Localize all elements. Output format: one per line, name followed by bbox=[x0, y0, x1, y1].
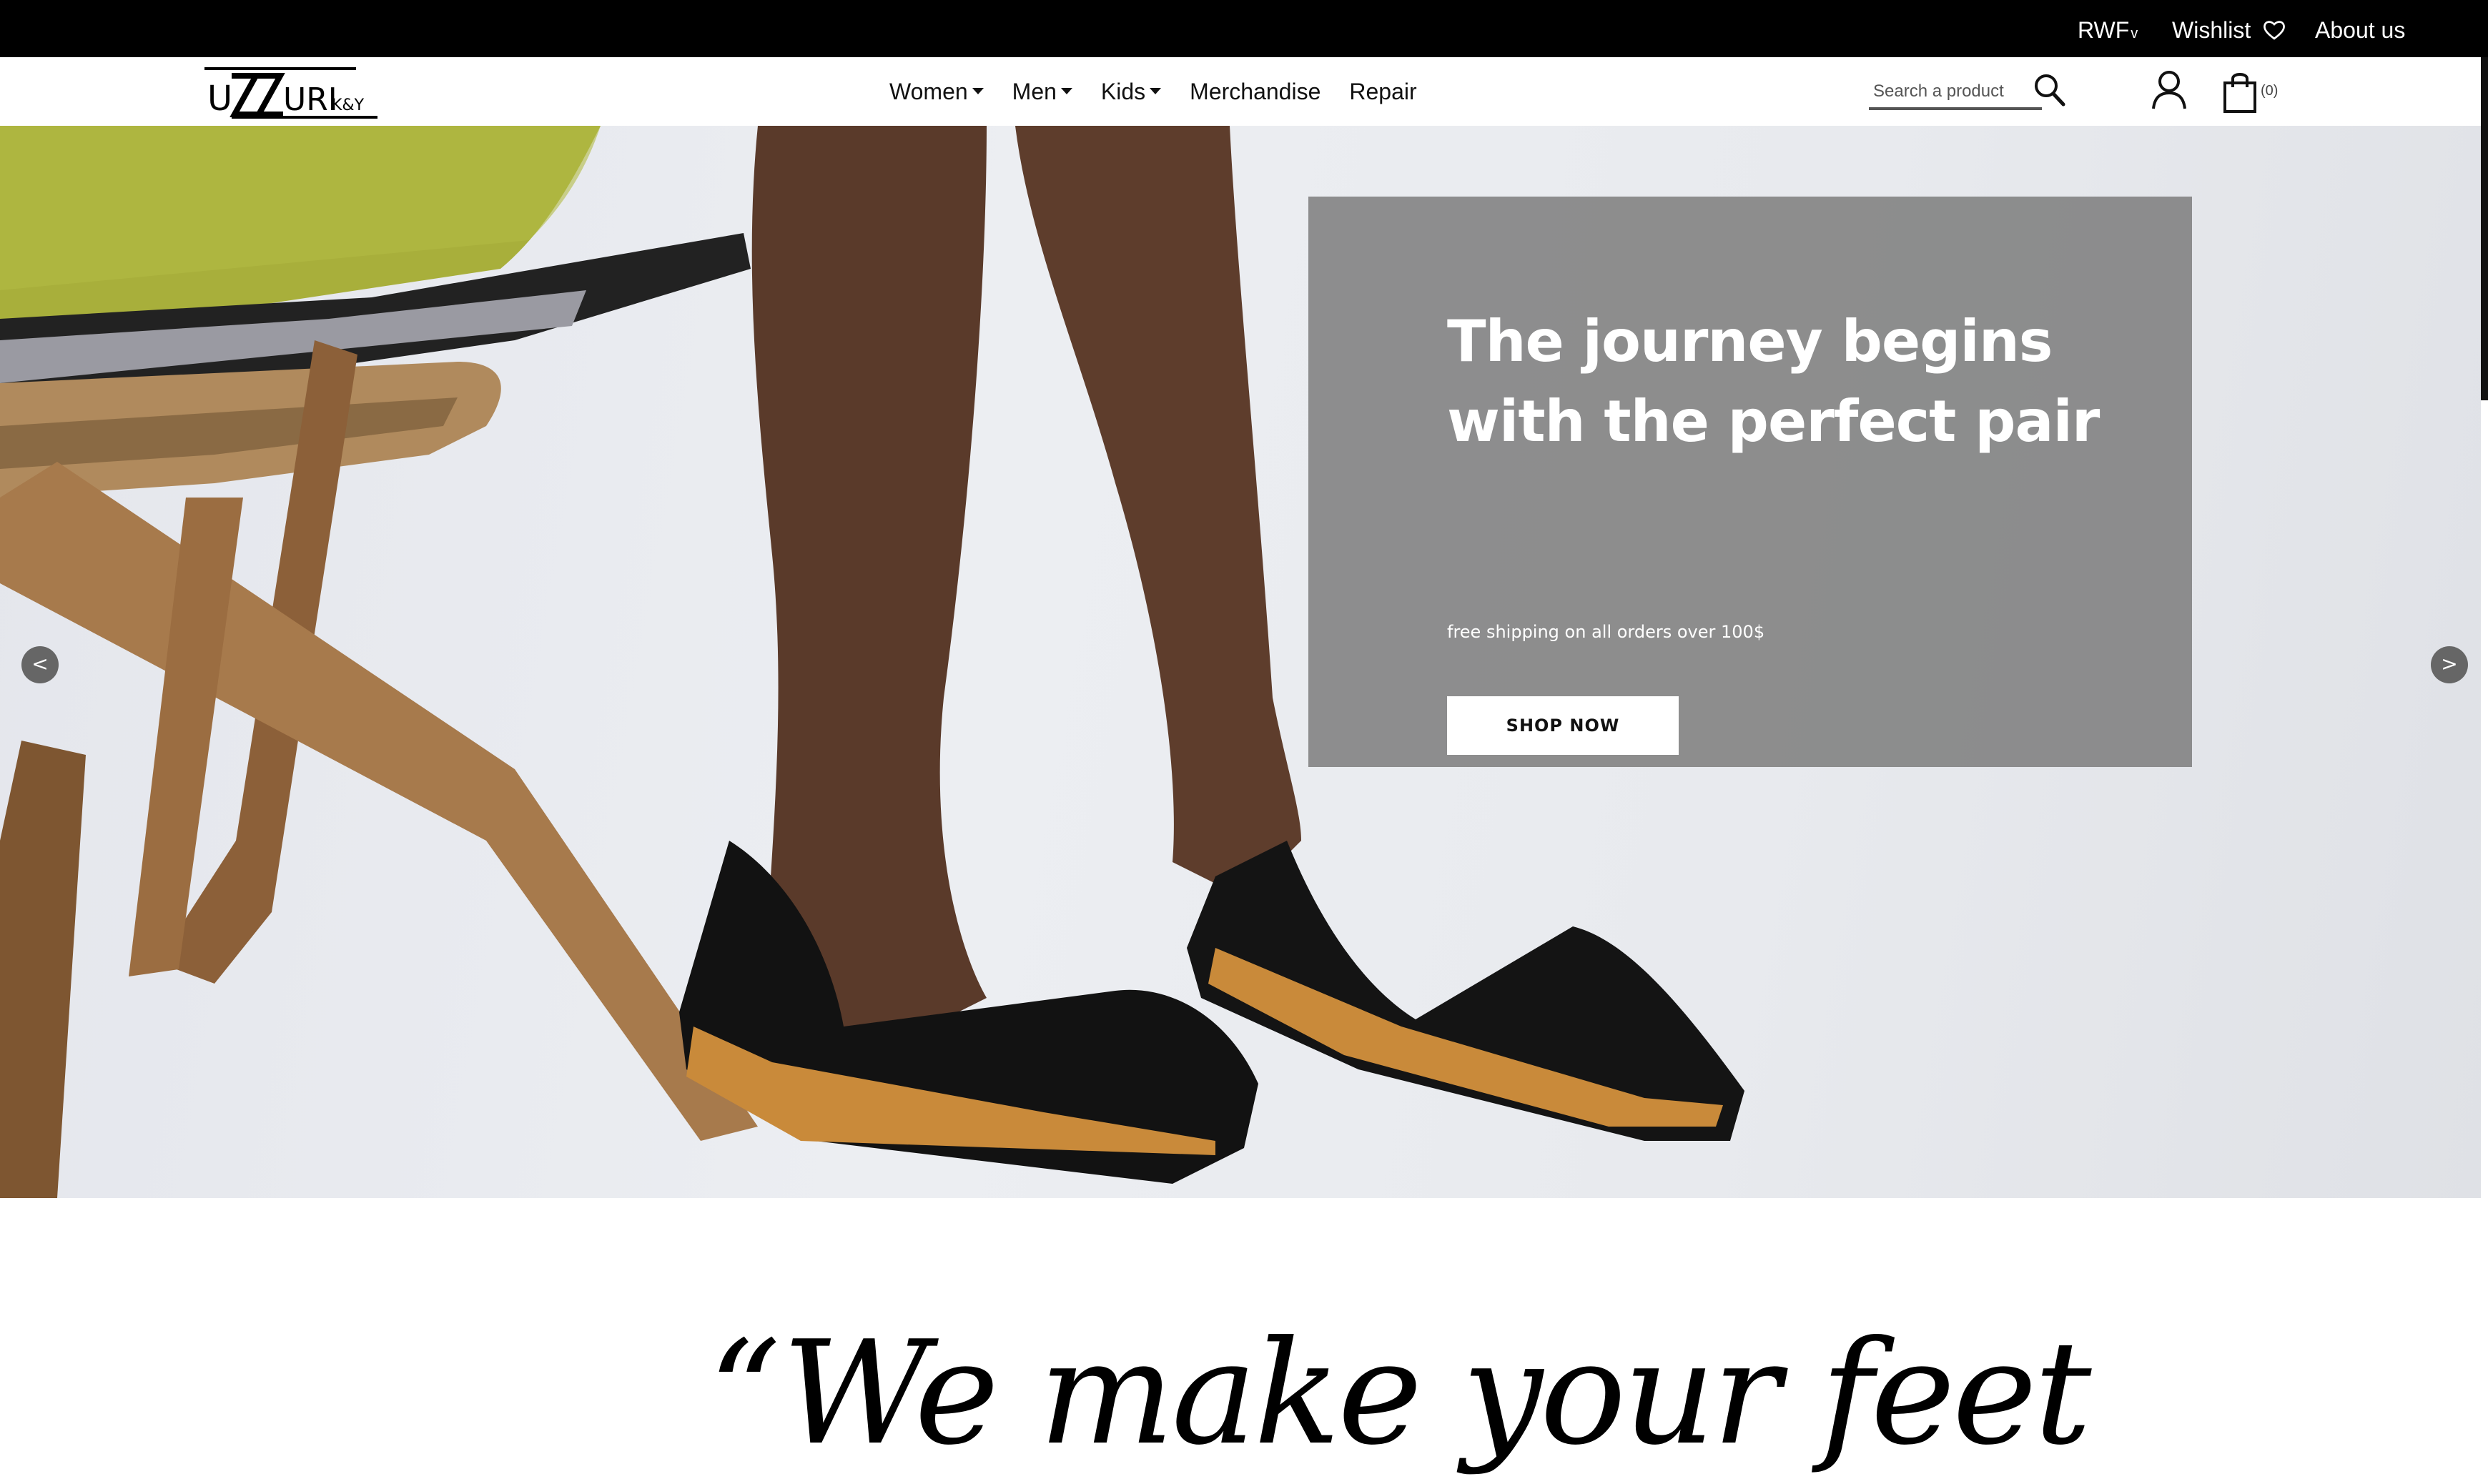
svg-text:K&Y: K&Y bbox=[332, 97, 365, 114]
scrollbar-thumb[interactable] bbox=[2481, 57, 2488, 400]
nav-women-label: Women bbox=[889, 78, 968, 104]
shopping-bag-icon[interactable] bbox=[2221, 69, 2261, 114]
heart-icon bbox=[2264, 20, 2286, 40]
svg-text:URI: URI bbox=[283, 81, 337, 118]
brand-quote: “We make your feet bbox=[708, 1310, 2092, 1477]
nav-repair[interactable]: Repair bbox=[1349, 79, 1416, 105]
currency-selector[interactable]: RWF v bbox=[2078, 0, 2138, 57]
search-input[interactable] bbox=[1869, 76, 2042, 110]
caret-down-icon bbox=[1060, 87, 1072, 94]
currency-label: RWF bbox=[2078, 17, 2130, 43]
cart-count: (0) bbox=[2261, 83, 2279, 99]
search-icon[interactable] bbox=[2032, 71, 2066, 109]
hero-title: The journey begins with the perfect pair bbox=[1447, 308, 2100, 455]
nav-kids-label: Kids bbox=[1100, 78, 1146, 104]
top-utility-bar: RWF v Wishlist About us bbox=[0, 0, 2488, 57]
nav-men-label: Men bbox=[1012, 78, 1057, 104]
nav-men[interactable]: Men bbox=[1012, 79, 1072, 105]
wishlist-label: Wishlist bbox=[2172, 17, 2251, 43]
hero-caption-box bbox=[1308, 197, 2192, 767]
page: RWF v Wishlist About us U URI K&Y Women M… bbox=[0, 0, 2488, 1484]
brand-logo[interactable]: U URI K&Y bbox=[199, 63, 380, 120]
about-us-link[interactable]: About us bbox=[2315, 0, 2405, 57]
primary-nav: Women Men Kids Merchandise Repair bbox=[889, 57, 1446, 126]
shop-now-button[interactable]: SHOP NOW bbox=[1447, 696, 1679, 755]
nav-kids[interactable]: Kids bbox=[1100, 78, 1162, 105]
hero-subtitle: free shipping on all orders over 100$ bbox=[1447, 622, 1765, 642]
caret-down-icon bbox=[1150, 87, 1162, 94]
user-icon[interactable] bbox=[2149, 69, 2189, 112]
wishlist-link[interactable]: Wishlist bbox=[2172, 0, 2286, 57]
logo-letter-u: U bbox=[207, 79, 232, 119]
caret-down-icon bbox=[972, 87, 984, 94]
carousel-next-button[interactable]: > bbox=[2431, 646, 2468, 683]
nav-women[interactable]: Women bbox=[889, 79, 984, 105]
nav-merchandise[interactable]: Merchandise bbox=[1190, 79, 1320, 105]
carousel-prev-button[interactable]: < bbox=[21, 646, 59, 683]
chevron-down-icon: v bbox=[2131, 26, 2138, 41]
main-navbar: U URI K&Y Women Men Kids Merchandise Rep… bbox=[0, 57, 2488, 127]
